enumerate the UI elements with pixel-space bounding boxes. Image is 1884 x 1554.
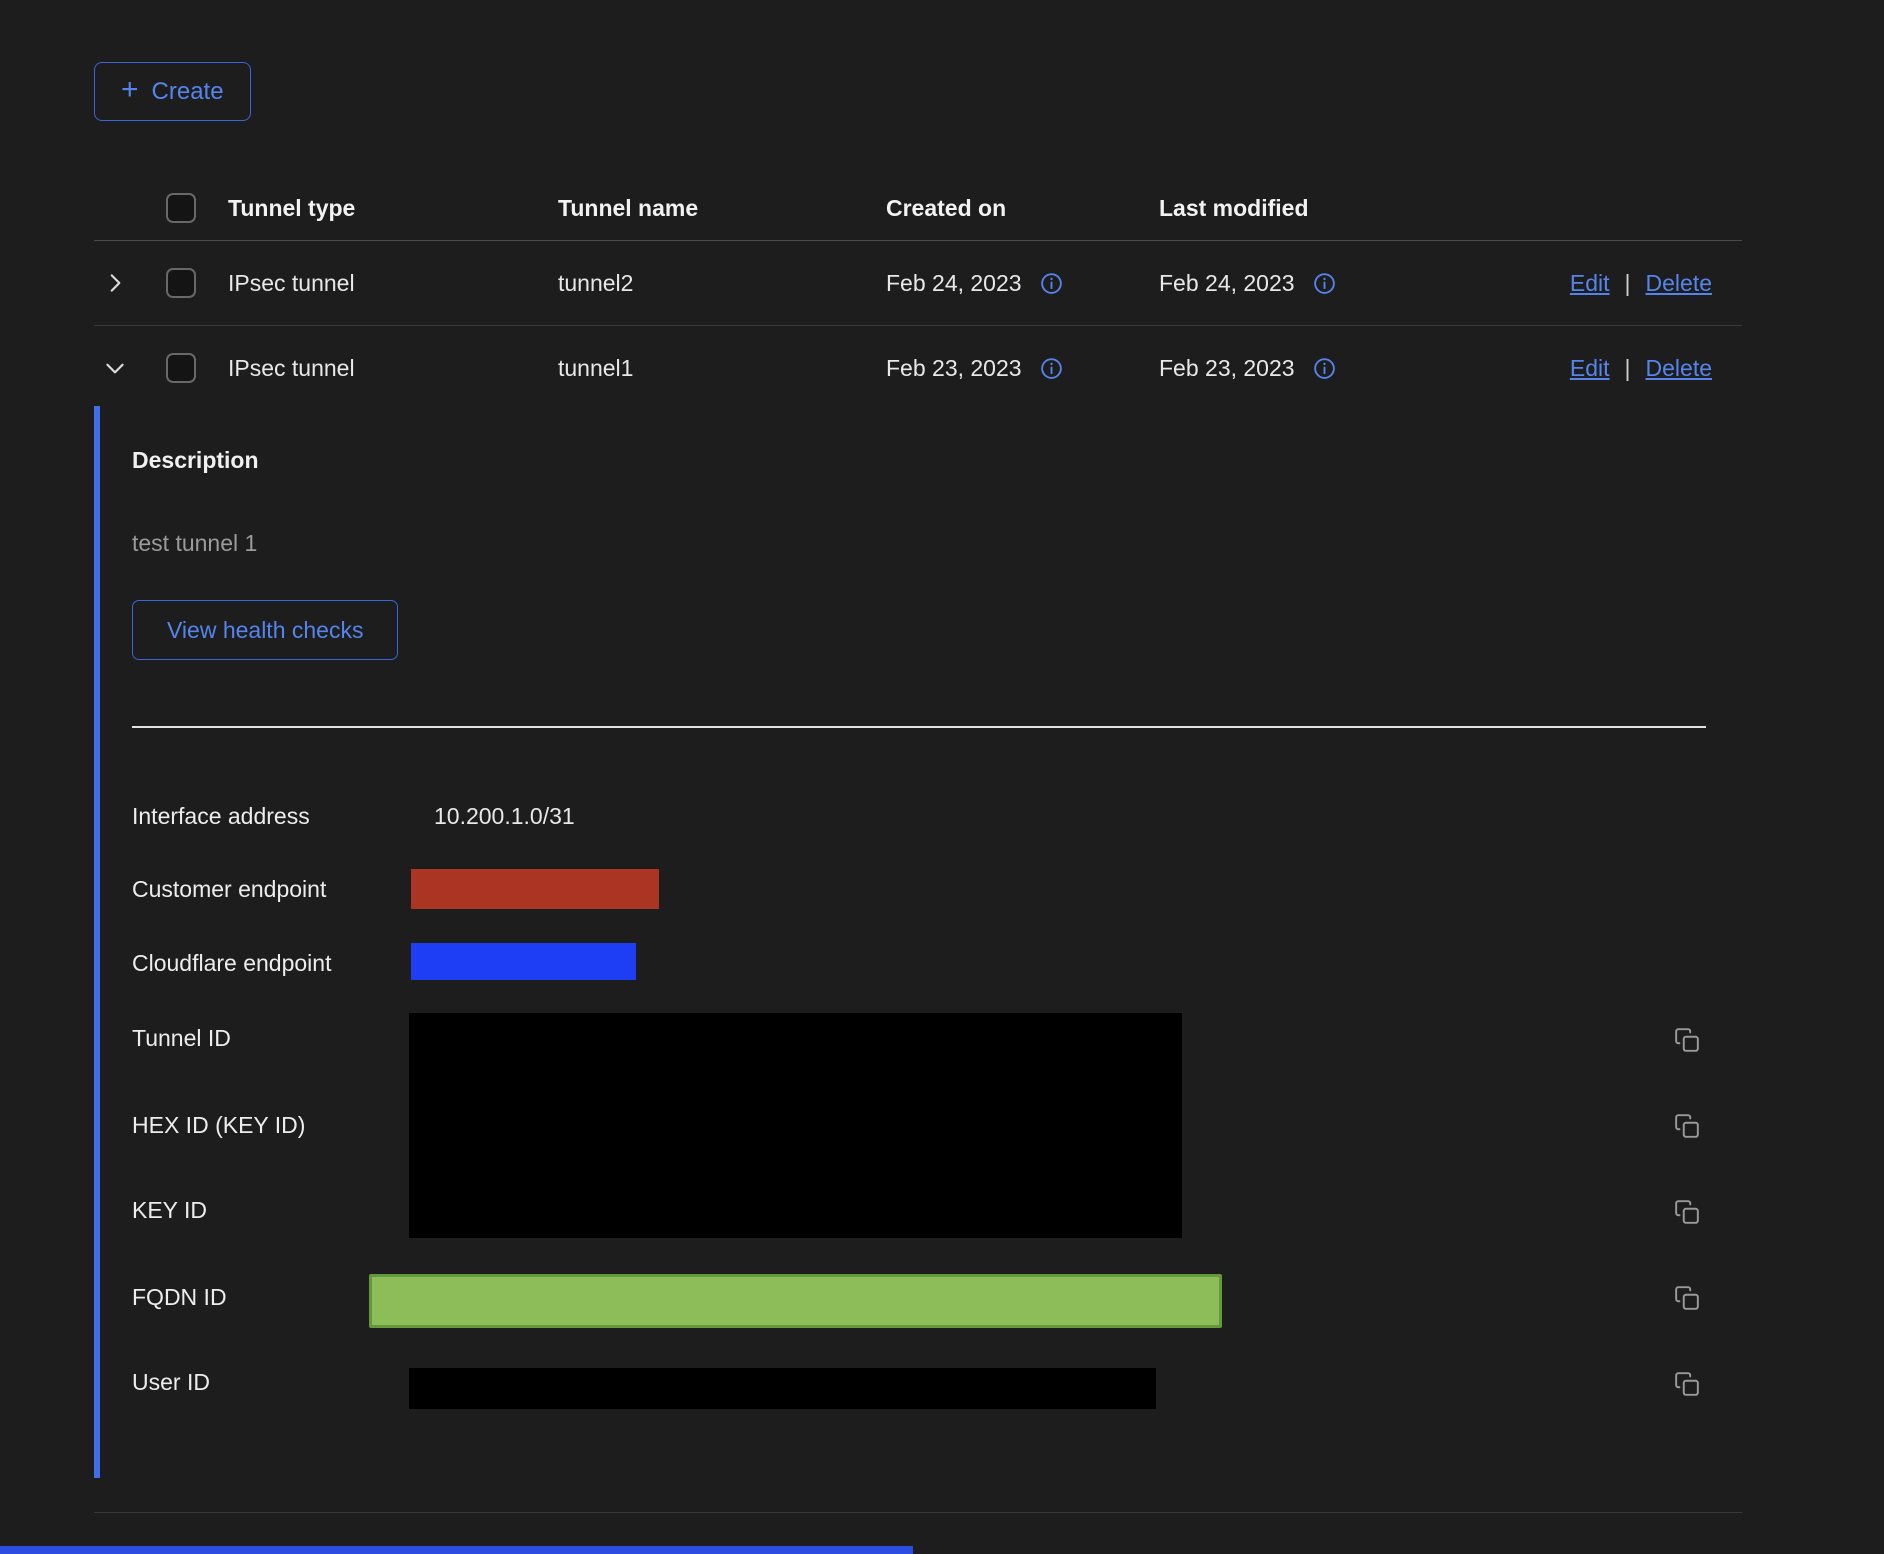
section-divider — [132, 726, 1706, 728]
header-created-on: Created on — [886, 195, 1159, 222]
tunnel-name-cell: tunnel2 — [558, 270, 886, 297]
customer-endpoint-label: Customer endpoint — [132, 875, 326, 903]
tunnel-type-cell: IPsec tunnel — [228, 270, 558, 297]
last-modified-cell: Feb 24, 2023 — [1159, 270, 1540, 297]
plus-icon: + — [121, 75, 139, 105]
cloudflare-endpoint-redacted-value — [411, 943, 636, 980]
info-icon[interactable] — [1312, 356, 1337, 381]
create-button-label: Create — [152, 78, 224, 106]
row-checkbox[interactable] — [166, 268, 196, 298]
expand-chevron-right-icon[interactable] — [102, 270, 128, 296]
copy-user-id-icon[interactable] — [1674, 1371, 1700, 1397]
create-button[interactable]: + Create — [94, 62, 251, 121]
tunnel-type-cell: IPsec tunnel — [228, 355, 558, 382]
bottom-partial-bar — [0, 1546, 913, 1554]
created-on-cell: Feb 24, 2023 — [886, 270, 1159, 297]
info-icon[interactable] — [1039, 356, 1064, 381]
edit-link[interactable]: Edit — [1570, 270, 1610, 297]
panel-accent-border — [94, 406, 100, 1478]
copy-tunnel-id-icon[interactable] — [1674, 1027, 1700, 1053]
last-modified-value: Feb 24, 2023 — [1159, 270, 1295, 297]
tunnel-id-label: Tunnel ID — [132, 1024, 231, 1052]
tunnel-details-panel: Description test tunnel 1 View health ch… — [94, 406, 1742, 1478]
interface-address-value: 10.200.1.0/31 — [434, 802, 575, 830]
last-modified-value: Feb 23, 2023 — [1159, 355, 1295, 382]
ids-redacted-block — [409, 1013, 1182, 1238]
view-health-checks-button[interactable]: View health checks — [132, 600, 398, 660]
edit-link[interactable]: Edit — [1570, 355, 1610, 382]
fqdn-id-label: FQDN ID — [132, 1283, 227, 1311]
table-row: IPsec tunnel tunnel1 Feb 23, 2023 Feb 23… — [94, 326, 1742, 410]
info-icon[interactable] — [1039, 271, 1064, 296]
hex-id-label: HEX ID (KEY ID) — [132, 1111, 305, 1139]
table-bottom-border — [94, 1512, 1742, 1513]
info-icon[interactable] — [1312, 271, 1337, 296]
table-header-row: Tunnel type Tunnel name Created on Last … — [94, 176, 1742, 241]
created-on-value: Feb 24, 2023 — [886, 270, 1022, 297]
copy-fqdn-id-icon[interactable] — [1674, 1285, 1700, 1311]
created-on-value: Feb 23, 2023 — [886, 355, 1022, 382]
customer-endpoint-redacted-value — [411, 869, 659, 909]
row-actions: Edit | Delete — [1540, 355, 1742, 382]
description-label: Description — [132, 446, 259, 474]
copy-hex-id-icon[interactable] — [1674, 1113, 1700, 1139]
row-checkbox[interactable] — [166, 353, 196, 383]
table-row: IPsec tunnel tunnel2 Feb 24, 2023 Feb 24… — [94, 241, 1742, 326]
copy-key-id-icon[interactable] — [1674, 1199, 1700, 1225]
tunnels-page: + Create Tunnel type Tunnel name Created… — [0, 0, 1884, 1554]
actions-separator: | — [1625, 355, 1631, 382]
header-tunnel-type: Tunnel type — [228, 195, 558, 222]
tunnel-name-cell: tunnel1 — [558, 355, 886, 382]
header-tunnel-name: Tunnel name — [558, 195, 886, 222]
key-id-label: KEY ID — [132, 1196, 207, 1224]
user-id-label: User ID — [132, 1368, 210, 1396]
tunnels-table: Tunnel type Tunnel name Created on Last … — [94, 176, 1742, 410]
actions-separator: | — [1625, 270, 1631, 297]
header-last-modified: Last modified — [1159, 195, 1540, 222]
delete-link[interactable]: Delete — [1646, 355, 1712, 382]
select-all-checkbox[interactable] — [166, 193, 196, 223]
cloudflare-endpoint-label: Cloudflare endpoint — [132, 949, 331, 977]
last-modified-cell: Feb 23, 2023 — [1159, 355, 1540, 382]
user-id-redacted-value — [409, 1368, 1156, 1409]
created-on-cell: Feb 23, 2023 — [886, 355, 1159, 382]
collapse-chevron-down-icon[interactable] — [102, 355, 128, 381]
fqdn-id-redacted-value — [369, 1274, 1222, 1328]
description-value: test tunnel 1 — [132, 529, 257, 557]
header-checkbox-cell — [142, 193, 228, 223]
row-actions: Edit | Delete — [1540, 270, 1742, 297]
interface-address-label: Interface address — [132, 802, 310, 830]
delete-link[interactable]: Delete — [1646, 270, 1712, 297]
